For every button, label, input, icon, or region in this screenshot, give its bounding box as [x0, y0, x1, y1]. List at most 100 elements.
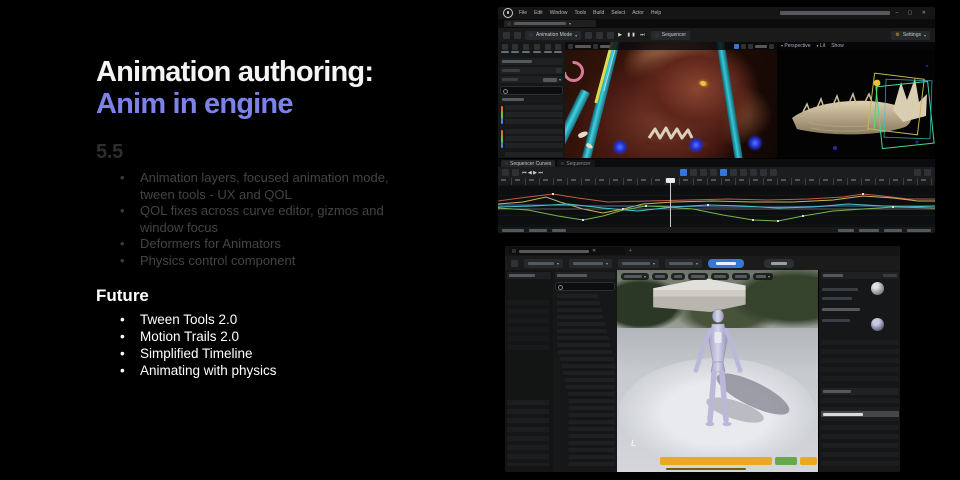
perspective-dropdown[interactable]: ▾ Perspective — [781, 43, 811, 49]
tree-search-input[interactable] — [555, 282, 615, 291]
viewport-toolbar[interactable]: ▾ Perspective ▾ Lit Show — [777, 42, 935, 50]
panel-header[interactable] — [507, 272, 551, 279]
viewport-menu-icon[interactable] — [568, 44, 573, 49]
lod-pill[interactable] — [732, 273, 750, 280]
section-header-selection[interactable] — [500, 96, 563, 103]
viewport-menu-pill[interactable]: ▾ — [621, 273, 649, 280]
view-mode-label-placeholder[interactable] — [859, 229, 879, 232]
select-tool[interactable] — [500, 44, 509, 56]
autokey-label-placeholder[interactable] — [884, 229, 902, 232]
snap-icon[interactable] — [710, 169, 717, 176]
perspective-pill[interactable] — [652, 273, 668, 280]
menu-actor[interactable]: Actor — [632, 10, 644, 16]
viewport-toolbar[interactable]: ▾ ▾ — [617, 272, 818, 281]
panel-row[interactable] — [500, 67, 563, 74]
selected-viewport-option-icon[interactable] — [734, 44, 739, 49]
save-icon[interactable] — [503, 32, 510, 39]
tangent-constant-icon[interactable] — [760, 169, 767, 176]
poses-tool[interactable] — [511, 44, 520, 56]
show-dropdown[interactable]: Show — [831, 43, 844, 49]
menu-help[interactable]: Help — [651, 10, 661, 16]
secondary-action-button[interactable] — [764, 259, 794, 268]
panel-row-sequence[interactable]: ▾ — [500, 76, 563, 83]
skeleton-tree-header[interactable] — [555, 272, 615, 279]
snap-label-placeholder[interactable] — [529, 229, 547, 232]
grid-icon[interactable] — [748, 44, 753, 49]
menu-file[interactable]: File — [519, 10, 527, 16]
menu-window[interactable]: Window — [550, 10, 568, 16]
lit-pill[interactable] — [671, 273, 685, 280]
preview-mesh-dropdown[interactable]: ▾ — [524, 259, 563, 268]
transform-tool-icon[interactable] — [596, 32, 603, 39]
snapper-tool[interactable] — [532, 44, 541, 56]
browse-icon[interactable] — [514, 32, 521, 39]
primary-action-button[interactable] — [708, 259, 744, 268]
character-pill[interactable] — [711, 273, 729, 280]
playback-controls[interactable]: ▶ ▮▮ ⏭ — [618, 32, 647, 38]
undo-icon[interactable] — [512, 169, 519, 176]
asset-list-rows[interactable] — [821, 398, 899, 468]
asset-tab[interactable]: ▾ — [504, 20, 596, 27]
camera-icon[interactable] — [741, 44, 746, 49]
transform-location-rows[interactable] — [505, 105, 563, 125]
add-tab-icon[interactable]: + — [629, 248, 632, 254]
save-icon[interactable] — [502, 169, 509, 176]
tween-tool[interactable] — [522, 44, 531, 56]
motion-trail-tool[interactable] — [543, 44, 552, 56]
editor-mode-dropdown[interactable]: Animation Mode ▾ — [525, 31, 581, 40]
key-all-icon[interactable] — [680, 169, 687, 176]
menu-edit[interactable]: Edit — [534, 10, 543, 16]
playhead[interactable] — [670, 178, 671, 227]
option-list-rows[interactable] — [507, 400, 549, 466]
window-controls[interactable]: – ▢ ✕ — [896, 10, 930, 16]
remote-control-label-placeholder[interactable] — [907, 229, 931, 232]
selection-tool-icon[interactable] — [585, 32, 592, 39]
curve-graph-area[interactable] — [498, 185, 935, 227]
tangent-auto-icon[interactable] — [730, 169, 737, 176]
tangent-linear-icon[interactable] — [750, 169, 757, 176]
secondary-viewport[interactable]: ▾ Perspective ▾ Lit Show — [777, 42, 935, 158]
timeline-scrubber-end[interactable] — [800, 457, 817, 465]
tab-sequencer[interactable]: Sequencer — [557, 160, 594, 167]
tangent-flatten-icon[interactable] — [770, 169, 777, 176]
curve-channel-label-placeholder[interactable] — [502, 229, 524, 232]
anim-tools-row[interactable] — [500, 44, 563, 56]
more-icon[interactable] — [924, 169, 931, 176]
save-icon[interactable] — [511, 260, 518, 267]
anim-more-tool[interactable] — [554, 44, 563, 56]
transform-rotation-rows[interactable] — [505, 129, 563, 149]
maximize-icon[interactable] — [769, 44, 774, 49]
curve-view-icon[interactable] — [700, 169, 707, 176]
tab-sequencer-curves[interactable]: Sequencer Curves — [501, 160, 555, 167]
transport-controls[interactable]: ⏮ ◀ ▶ ⏭ — [522, 170, 543, 176]
main-viewport[interactable] — [565, 42, 777, 158]
details-tab-bar[interactable] — [821, 272, 899, 279]
sequencer-button[interactable]: Sequencer — [651, 31, 690, 40]
tangent-break-icon[interactable] — [740, 169, 747, 176]
show-pill[interactable] — [688, 273, 708, 280]
options-icon[interactable] — [914, 169, 921, 176]
property-rows[interactable] — [821, 340, 899, 384]
animation-thumbnail[interactable] — [871, 318, 884, 331]
preview-viewport[interactable]: ▾ ▾ L — [617, 270, 818, 472]
timeline-scrubber-green-segment[interactable] — [775, 457, 797, 465]
viewport-toolbar[interactable] — [565, 42, 777, 50]
search-input[interactable] — [500, 86, 563, 95]
menu-tools[interactable]: Tools — [574, 10, 586, 16]
close-icon[interactable]: ✕ — [592, 248, 596, 254]
timeline-scrubber-yellow[interactable] — [660, 457, 772, 465]
grid-dropdown-placeholder[interactable] — [552, 229, 566, 232]
outliner-rows[interactable] — [507, 300, 549, 350]
selected-tangent-icon[interactable] — [720, 169, 727, 176]
menu-select[interactable]: Select — [611, 10, 625, 16]
bone-hierarchy-rows[interactable] — [557, 294, 615, 468]
preview-animation-dropdown[interactable]: ▾ — [569, 259, 612, 268]
playback-pill[interactable]: ▾ — [753, 273, 773, 280]
settings-button[interactable]: ⚙ Settings ▾ — [891, 31, 930, 40]
preview-mesh-thumbnail[interactable] — [871, 282, 884, 295]
asset-list-selected-row[interactable] — [821, 411, 899, 417]
lit-dropdown[interactable]: ▾ Lit — [817, 43, 826, 49]
filter-icon[interactable] — [690, 169, 697, 176]
create-asset-dropdown[interactable]: ▾ — [665, 259, 702, 268]
filter-label-placeholder[interactable] — [838, 229, 854, 232]
